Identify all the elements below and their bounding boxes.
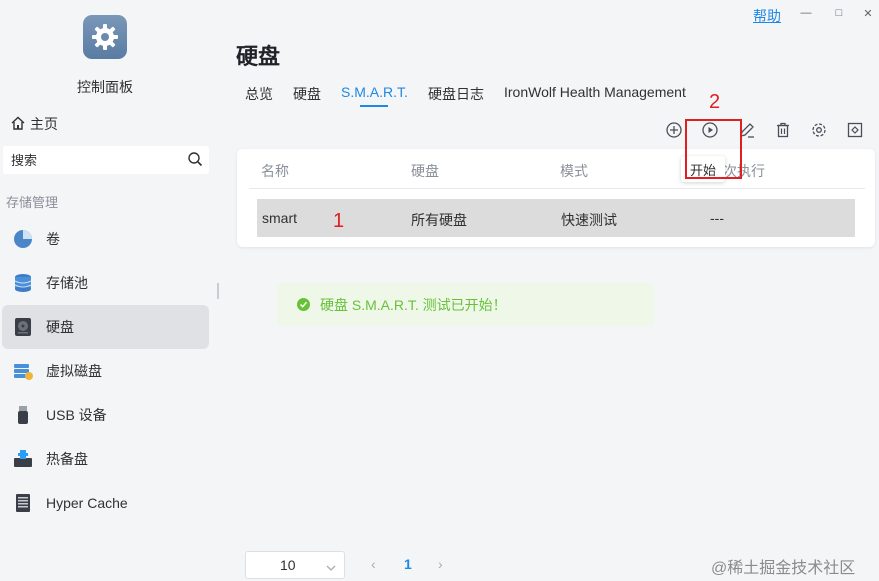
sidebar-resize-handle[interactable]	[217, 283, 219, 299]
add-icon[interactable]	[664, 120, 684, 140]
hyper-cache-icon	[12, 492, 34, 514]
sidebar-item-label: USB 设备	[46, 407, 107, 423]
cell-name: smart	[262, 210, 297, 226]
control-panel-gear-icon	[83, 15, 127, 59]
app-title: 控制面板	[77, 79, 133, 95]
chevron-down-icon	[326, 560, 336, 571]
sidebar-item-label: 硬盘	[46, 319, 74, 335]
home-label: 主页	[30, 116, 58, 132]
sidebar-item-hard-disk[interactable]: 硬盘	[2, 305, 209, 349]
column-header-name: 名称	[261, 163, 289, 179]
usb-icon	[12, 404, 34, 426]
annotation-label-1: 1	[333, 210, 345, 232]
sidebar-item-storage-pool[interactable]: 存储池	[2, 261, 209, 305]
success-toast: 硬盘 S.M.A.R.T. 测试已开始！	[277, 283, 654, 326]
column-header-disk: 硬盘	[411, 163, 439, 179]
table-header-divider	[249, 188, 865, 189]
cell-disk: 所有硬盘	[411, 212, 467, 228]
check-circle-icon	[297, 298, 310, 311]
toast-message: 硬盘 S.M.A.R.T. 测试已开始！	[320, 296, 507, 313]
search-box[interactable]	[3, 146, 209, 174]
cell-mode: 快速测试	[561, 212, 617, 228]
close-icon[interactable]: ✕	[858, 5, 878, 21]
sidebar: 控制面板 主页 存储管理 卷	[0, 0, 218, 581]
table-row[interactable]	[257, 199, 855, 237]
sidebar-item-volume[interactable]: 卷	[2, 217, 209, 261]
hot-spare-icon	[12, 448, 34, 470]
sidebar-item-label: 存储池	[46, 275, 88, 291]
page-number-1[interactable]: 1	[404, 556, 412, 572]
settings-icon[interactable]	[809, 120, 829, 140]
storage-pool-icon	[12, 272, 34, 294]
watermark: @稀土掘金技术社区	[711, 560, 856, 577]
pie-volume-icon	[12, 228, 34, 250]
sidebar-item-label: 卷	[46, 231, 60, 247]
sidebar-item-virtual-disk[interactable]: 虚拟磁盘	[2, 349, 209, 393]
tab-overview[interactable]: 总览	[245, 84, 273, 104]
page-size-value: 10	[280, 557, 296, 573]
section-label-storage: 存储管理	[6, 195, 59, 210]
annotation-label-2: 2	[709, 91, 721, 113]
search-icon[interactable]	[187, 151, 203, 170]
prev-page-button[interactable]: ‹	[371, 556, 376, 572]
expand-icon[interactable]	[845, 120, 865, 140]
home-link[interactable]: 主页	[10, 114, 58, 134]
sidebar-item-label: 虚拟磁盘	[46, 363, 102, 379]
page-size-select[interactable]: 10	[245, 551, 345, 579]
page-title: 硬盘	[236, 44, 281, 69]
virtual-disk-icon	[12, 360, 34, 382]
sidebar-item-hyper-cache[interactable]: Hyper Cache	[2, 481, 209, 525]
search-input[interactable]	[11, 152, 187, 168]
sidebar-item-label: 热备盘	[46, 451, 88, 467]
annotation-highlight-box	[685, 119, 742, 179]
help-link[interactable]: 帮助	[753, 6, 781, 26]
column-header-mode: 模式	[560, 163, 588, 179]
tab-active-indicator	[360, 105, 388, 107]
maximize-icon[interactable]: □	[829, 5, 849, 21]
minimize-icon[interactable]: —	[796, 5, 816, 21]
sidebar-item-label: Hyper Cache	[46, 495, 128, 511]
sidebar-item-hot-spare[interactable]: 热备盘	[2, 437, 209, 481]
delete-icon[interactable]	[773, 120, 793, 140]
home-icon	[10, 115, 26, 134]
cell-last-run: ---	[710, 210, 724, 226]
tab-smart[interactable]: S.M.A.R.T.	[341, 84, 408, 100]
hard-disk-icon	[12, 316, 34, 338]
tab-ironwolf[interactable]: IronWolf Health Management	[504, 84, 686, 100]
tab-disk-log[interactable]: 硬盘日志	[428, 84, 484, 104]
next-page-button[interactable]: ›	[438, 556, 443, 572]
sidebar-item-usb[interactable]: USB 设备	[2, 393, 209, 437]
tab-hard-disk[interactable]: 硬盘	[293, 84, 321, 104]
